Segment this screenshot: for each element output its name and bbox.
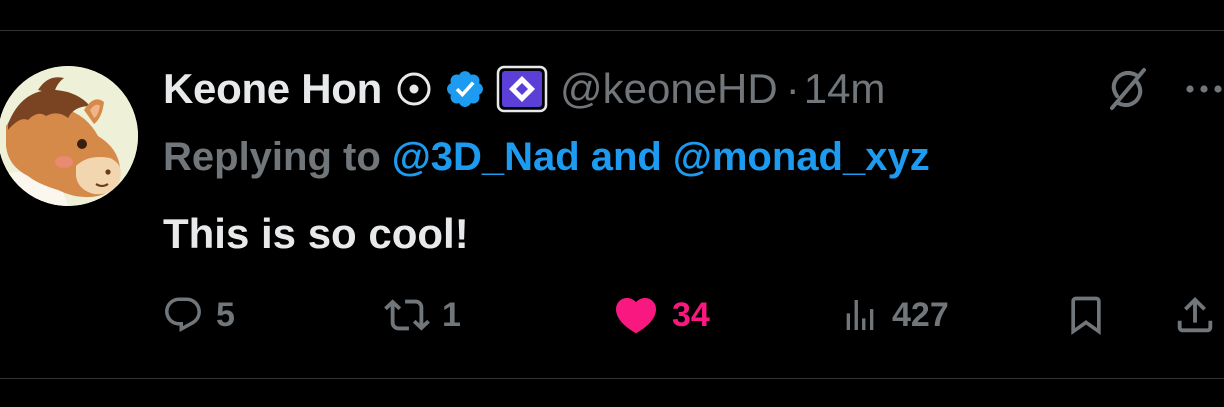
reply-context: Replying to @3D_Nad and @monad_xyz <box>163 132 930 182</box>
reply-conjunction: and <box>590 134 662 179</box>
like-count: 34 <box>672 295 710 334</box>
mention-link-monad-xyz[interactable]: @monad_xyz <box>673 135 930 180</box>
tweet-header: Keone Hon @keoneHD · 14m <box>163 64 885 114</box>
views-button[interactable]: 427 <box>840 290 949 340</box>
monad-logo-icon[interactable] <box>496 65 548 113</box>
views-chart-icon <box>846 300 874 330</box>
author-handle[interactable]: @keoneHD <box>560 65 778 113</box>
retweet-icon <box>384 299 430 331</box>
verified-badge-icon <box>444 68 486 110</box>
retweet-button[interactable]: 1 <box>384 290 461 340</box>
reply-count: 5 <box>216 295 235 334</box>
more-options-icon[interactable] <box>1180 66 1224 112</box>
tweet-timestamp[interactable]: 14m <box>804 65 886 113</box>
author-avatar[interactable] <box>0 66 138 206</box>
bookmark-icon <box>1071 296 1101 336</box>
author-display-name[interactable]: Keone Hon <box>163 65 382 113</box>
horse-avatar-icon <box>0 66 138 206</box>
share-upload-icon <box>1177 296 1213 333</box>
bookmark-button[interactable] <box>1064 290 1108 340</box>
status-circle-icon <box>396 71 432 107</box>
replying-to-label: Replying to <box>163 134 381 179</box>
retweet-count: 1 <box>442 295 461 334</box>
bottom-divider <box>0 378 1224 379</box>
reply-icon <box>165 297 201 332</box>
view-count: 427 <box>892 295 949 334</box>
grok-icon[interactable] <box>1104 66 1150 112</box>
heart-filled-icon <box>615 298 657 334</box>
share-button[interactable] <box>1172 290 1218 340</box>
tweet-text: This is so cool! <box>163 210 469 257</box>
separator-dot: · <box>785 65 800 112</box>
mention-link-3d-nad[interactable]: @3D_Nad <box>392 135 580 180</box>
reply-button[interactable]: 5 <box>162 290 235 340</box>
like-button[interactable]: 34 <box>612 290 710 340</box>
